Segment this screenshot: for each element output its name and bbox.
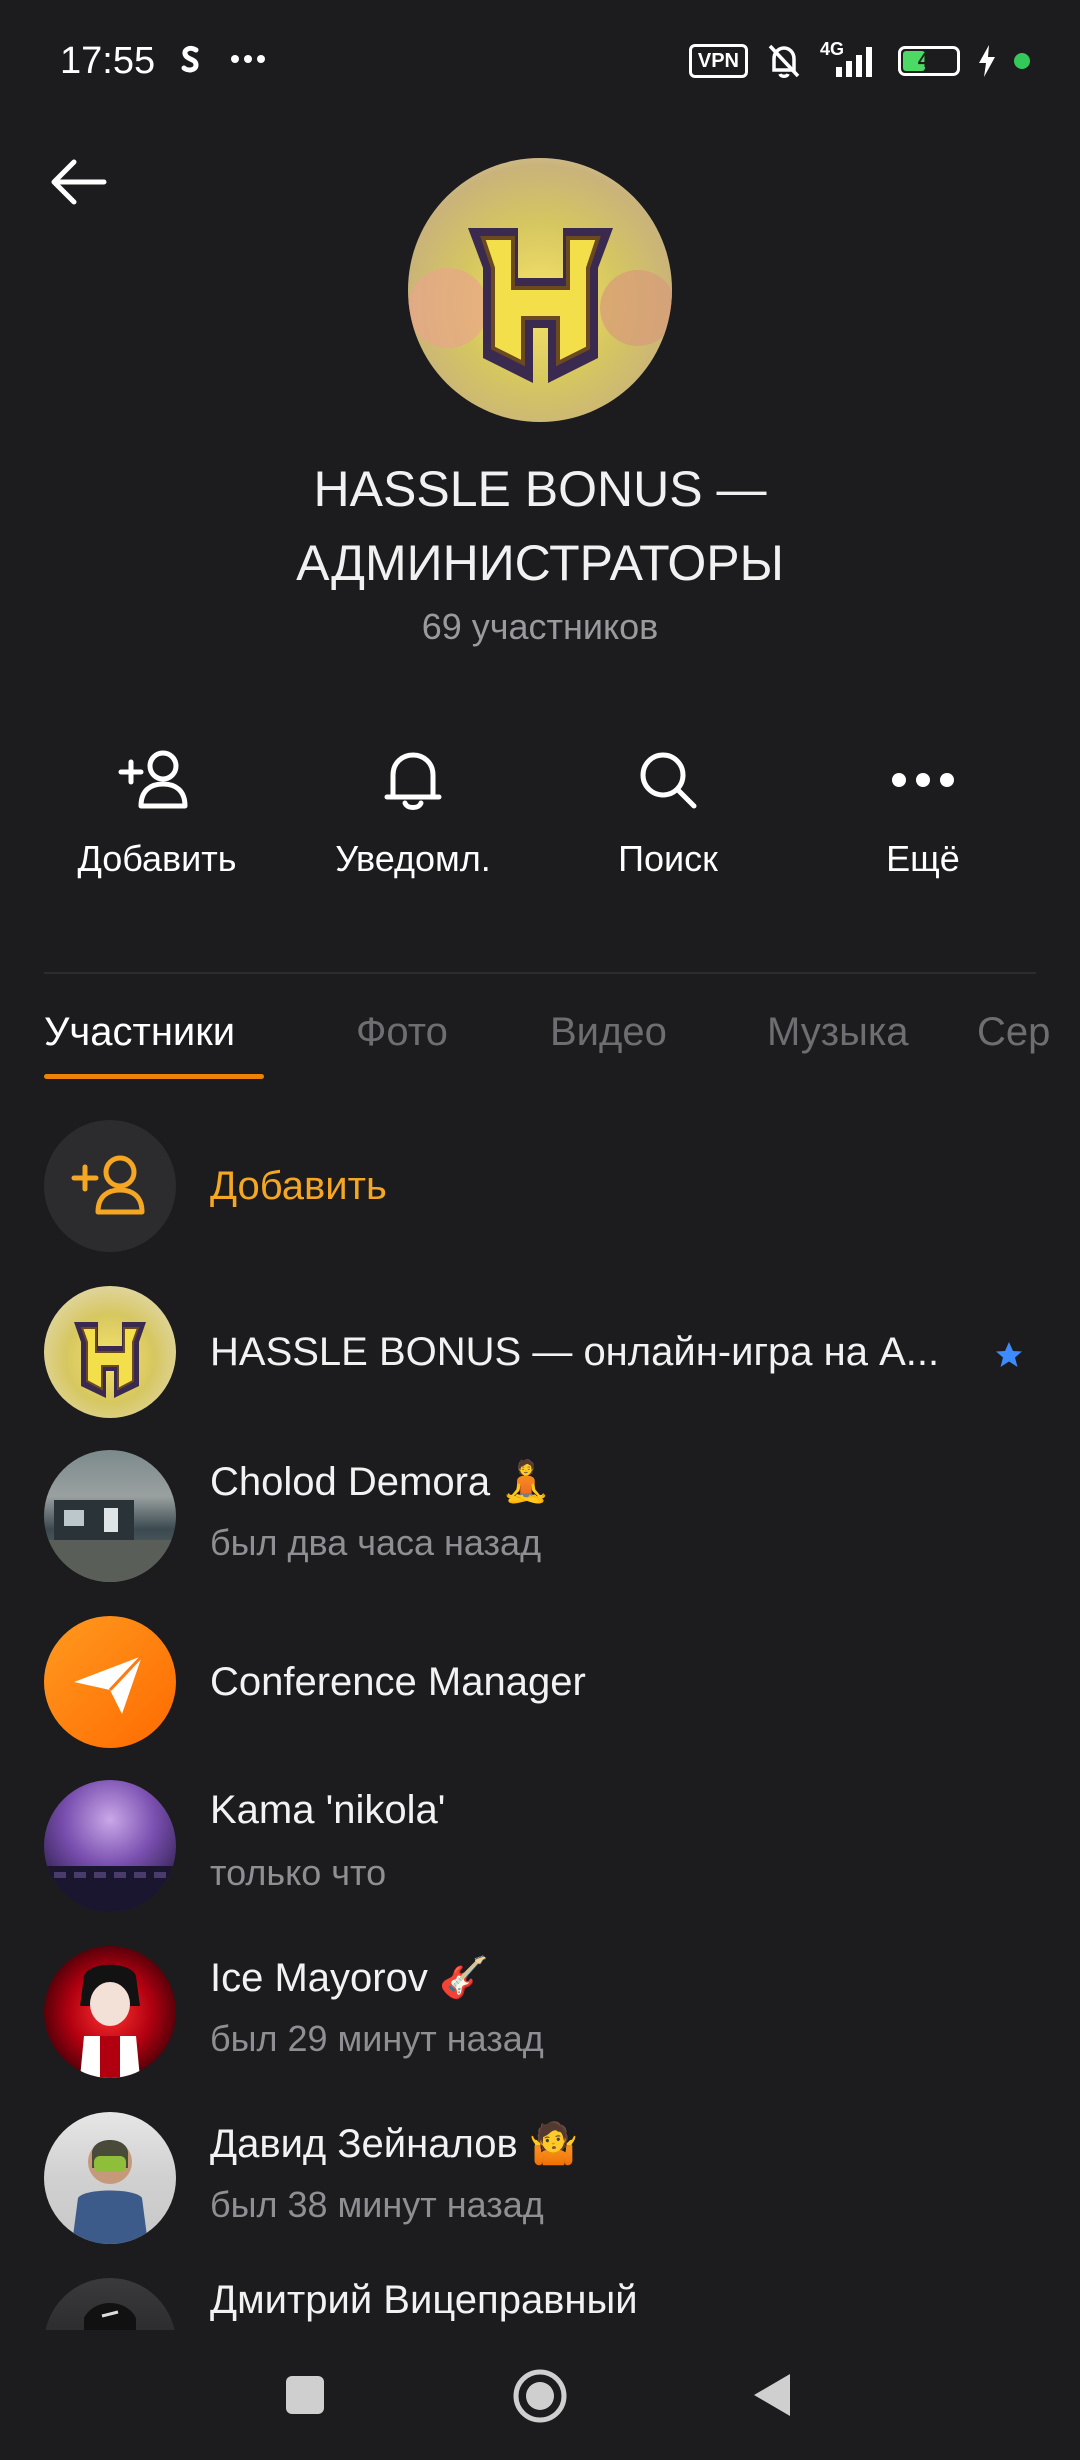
back-arrow-icon[interactable] [46, 150, 110, 214]
recents-icon[interactable] [284, 2374, 326, 2416]
green-dot-icon [1014, 53, 1030, 69]
list-item[interactable]: HASSLE BONUS — онлайн-игра на А... [0, 1286, 1080, 1418]
avatar [44, 1780, 176, 1912]
list-item[interactable]: Cholod Demora 🧘 был два часа назад [0, 1450, 1080, 1582]
notifications-label: Уведомл. [335, 838, 491, 879]
avatar [44, 1450, 176, 1582]
hassle-logo-icon [408, 228, 672, 383]
member-name: Kama 'nikola' [210, 1788, 446, 1832]
more-label: Ещё [886, 838, 960, 879]
more-dots-icon [231, 55, 265, 63]
search-label: Поиск [618, 838, 718, 879]
charging-icon [979, 45, 995, 77]
add-member-avatar [44, 1120, 176, 1252]
add-member-label: Добавить [77, 838, 237, 879]
add-member-label: Добавить [210, 1164, 387, 1208]
group-title-line2: АДМИНИСТРАТОРЫ [296, 535, 784, 591]
group-title: HASSLE BONUS — АДМИНИСТРАТОРЫ [140, 452, 940, 600]
bell-icon [384, 752, 442, 810]
member-status: только что [210, 1852, 387, 1893]
notifications-action[interactable]: Уведомл. [288, 740, 538, 880]
system-nav-bar [0, 2330, 1080, 2460]
star-icon [996, 1342, 1022, 1367]
member-name: Ice Mayorov 🎸 [210, 1956, 489, 2000]
tab-photo[interactable]: Фото [356, 1010, 448, 1055]
back-triangle-icon[interactable] [752, 2372, 792, 2418]
member-status: был 29 минут назад [210, 2018, 544, 2059]
avatar [44, 1616, 176, 1748]
divider [44, 972, 1036, 974]
status-bar: 17:55 VPN 4G 42 [0, 0, 1080, 130]
member-name: Conference Manager [210, 1660, 586, 1704]
avatar [44, 1286, 176, 1418]
add-member-action[interactable]: Добавить [32, 740, 282, 880]
tab-members[interactable]: Участники [44, 1010, 235, 1055]
list-item[interactable]: Давид Зейналов 🤷 был 38 минут назад [0, 2112, 1080, 2244]
members-count[interactable]: 69 участников [140, 606, 940, 648]
home-icon[interactable] [512, 2368, 568, 2424]
member-name: Давид Зейналов 🤷 [210, 2122, 579, 2166]
battery-level: 42 [917, 50, 941, 72]
list-item[interactable]: Ice Mayorov 🎸 был 29 минут назад [0, 1946, 1080, 2078]
vpn-icon: VPN [688, 44, 748, 78]
list-item[interactable]: Дмитрий Вицеправный [0, 2278, 1080, 2330]
list-item[interactable]: Kama 'nikola' только что [0, 1780, 1080, 1912]
avatar [44, 1946, 176, 2078]
avatar [44, 2278, 176, 2330]
search-icon [640, 752, 697, 809]
tab-video[interactable]: Видео [550, 1010, 667, 1055]
list-item[interactable]: Conference Manager [0, 1616, 1080, 1748]
tab-music[interactable]: Музыка [767, 1010, 908, 1055]
more-action[interactable]: Ещё [798, 740, 1048, 880]
hassle-logo-icon [74, 1322, 146, 1398]
member-name: Дмитрий Вицеправный [210, 2278, 638, 2322]
tab-more-cut[interactable]: Сер [977, 1010, 1050, 1055]
group-avatar[interactable] [408, 158, 672, 422]
add-user-icon [118, 750, 188, 809]
add-member-row[interactable]: Добавить [0, 1120, 1080, 1252]
more-icon [892, 773, 954, 787]
bell-muted-icon [768, 44, 800, 78]
shazam-icon [181, 45, 199, 73]
status-right-icons: VPN 4G 42 [688, 39, 1030, 80]
member-status: был два часа назад [210, 1522, 542, 1563]
member-name: Cholod Demora 🧘 [210, 1460, 552, 1504]
status-left-icons [178, 44, 266, 74]
signal-icon: 4G [820, 39, 880, 79]
send-icon [74, 1654, 144, 1714]
add-user-icon [71, 1155, 145, 1215]
status-time: 17:55 [60, 40, 156, 82]
active-tab-indicator [44, 1074, 264, 1079]
search-action[interactable]: Поиск [543, 740, 793, 880]
group-title-line1: HASSLE BONUS — [313, 461, 767, 517]
action-bar: Добавить Уведомл. Поиск Ещё [0, 740, 1080, 900]
member-status: был 38 минут назад [210, 2184, 544, 2225]
member-name: HASSLE BONUS — онлайн-игра на А... [210, 1330, 940, 1374]
battery-icon: 42 [898, 46, 960, 76]
avatar [44, 2112, 176, 2244]
